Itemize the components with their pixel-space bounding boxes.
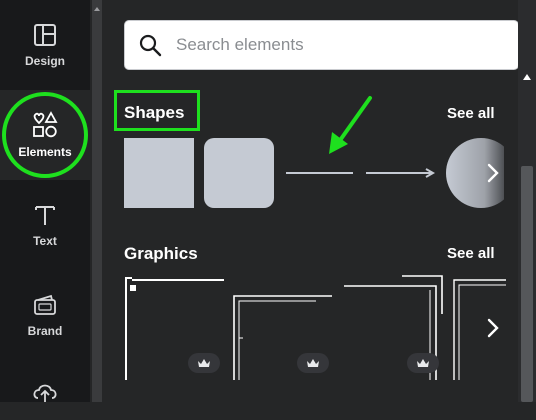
- premium-badge: [188, 353, 220, 373]
- premium-badge: [297, 353, 329, 373]
- shapes-see-all-link[interactable]: See all: [447, 105, 495, 122]
- search-icon: [139, 34, 162, 57]
- sidebar-item-elements[interactable]: Elements: [0, 90, 90, 180]
- panel-scrollbar-thumb[interactable]: [521, 166, 533, 402]
- graphics-see-all-link[interactable]: See all: [447, 245, 495, 262]
- shapes-icon: [33, 111, 58, 138]
- rounded-square-shape[interactable]: [204, 138, 274, 208]
- sidebar-item-label: Elements: [18, 145, 72, 159]
- scroll-up-arrow-icon[interactable]: [523, 74, 531, 80]
- chevron-right-icon: [487, 163, 499, 183]
- shapes-title-highlight: [114, 90, 200, 131]
- layout-icon: [34, 24, 56, 46]
- scroll-up-arrow-icon[interactable]: [94, 6, 100, 12]
- sidebar-item-uploads[interactable]: [0, 360, 90, 420]
- sidebar-item-design[interactable]: Design: [0, 0, 90, 90]
- graphics-next-button[interactable]: [478, 308, 508, 348]
- crown-icon: [307, 358, 319, 367]
- chevron-right-icon: [487, 318, 499, 338]
- upload-icon: [33, 384, 57, 402]
- shapes-next-button[interactable]: [478, 153, 508, 193]
- graphics-section-title: Graphics: [124, 244, 198, 263]
- search-input[interactable]: [174, 34, 498, 56]
- sidebar-item-text[interactable]: Text: [0, 180, 90, 270]
- sidebar-item-label: Text: [33, 234, 57, 248]
- crown-icon: [417, 358, 429, 367]
- annotation-arrow-icon: [329, 96, 372, 154]
- sidebar-item-label: Design: [24, 54, 65, 68]
- sidebar-item-label: Brand: [27, 324, 63, 338]
- premium-badge: [407, 353, 439, 373]
- sidebar-scrollbar[interactable]: [92, 0, 102, 402]
- sidebar-item-brand[interactable]: Brand: [0, 270, 90, 360]
- text-icon: [35, 206, 55, 225]
- square-shape[interactable]: [124, 138, 194, 208]
- brand-icon: [34, 294, 56, 315]
- search-bar[interactable]: [124, 20, 519, 70]
- crown-icon: [198, 358, 210, 367]
